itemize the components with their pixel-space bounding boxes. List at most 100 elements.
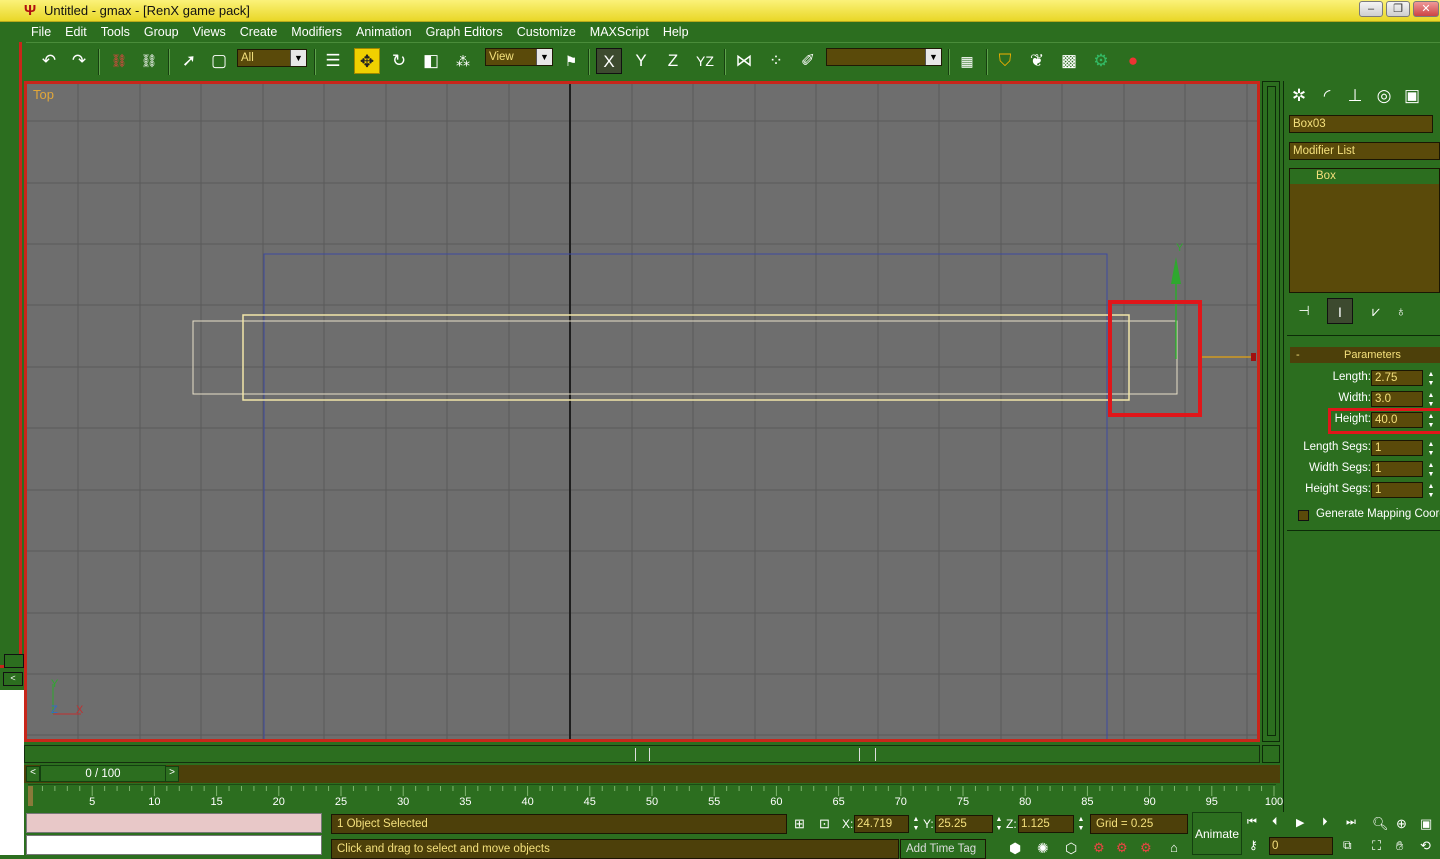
restrict-x-button[interactable]: X: [596, 48, 622, 74]
restrict-z-button[interactable]: Z: [660, 48, 686, 74]
key-mode-icon[interactable]: ⚷: [1249, 838, 1258, 852]
redo-icon[interactable]: ↷: [66, 48, 92, 74]
frame-ruler[interactable]: 5 10 15 20 25 30 35 40 45 50 55 60 65 70 75 80 85 90 95 100: [24, 784, 1283, 810]
goto-end-icon[interactable]: ⏭: [1346, 816, 1356, 829]
render-scene-icon[interactable]: ⚙: [1088, 48, 1114, 74]
menu-file[interactable]: File: [24, 25, 58, 39]
display-tab-icon[interactable]: ▣: [1399, 83, 1425, 109]
modify-tab-icon[interactable]: ◜: [1314, 83, 1340, 109]
track-view-icon[interactable]: ❦: [1024, 48, 1050, 74]
show-end-result-icon[interactable]: I: [1327, 298, 1353, 324]
selection-filter-dropdown[interactable]: All ▼: [237, 49, 307, 67]
width-segs-spinner-icon[interactable]: ▲ ▼: [1426, 461, 1436, 479]
y-spinner-icon[interactable]: ▲ ▼: [994, 815, 1004, 833]
generate-mapping-checkbox[interactable]: [1298, 510, 1309, 521]
menu-tools[interactable]: Tools: [94, 25, 137, 39]
make-unique-icon[interactable]: ⩗: [1363, 298, 1389, 324]
select-by-name-icon[interactable]: ☰: [320, 48, 346, 74]
create-tab-icon[interactable]: ✲: [1286, 83, 1312, 109]
select-object-icon[interactable]: ➚: [176, 48, 202, 74]
pin-stack-icon[interactable]: ⊣: [1291, 298, 1317, 324]
25d-snap-icon[interactable]: ⚙: [1140, 840, 1152, 856]
stack-item-box[interactable]: Box: [1290, 169, 1439, 184]
goto-start-icon[interactable]: ⏮: [1247, 816, 1257, 829]
absolute-mode-icon[interactable]: ⊡: [819, 816, 830, 832]
length-field[interactable]: 2.75: [1371, 370, 1423, 386]
motion-tab-icon[interactable]: ◎: [1371, 83, 1397, 109]
track-bar[interactable]: [24, 745, 1260, 763]
angle-snap-icon[interactable]: ✺: [1037, 840, 1049, 857]
menu-animation[interactable]: Animation: [349, 25, 419, 39]
y-coordinate-field[interactable]: 25.25: [935, 815, 993, 833]
viewport-label[interactable]: Top: [33, 87, 54, 102]
length-segs-field[interactable]: 1: [1371, 440, 1423, 456]
snap-toggle-icon[interactable]: ⬢: [1009, 840, 1021, 857]
spinner-snap-icon[interactable]: ⚙: [1093, 840, 1105, 856]
select-and-link-icon[interactable]: ⛓: [106, 48, 132, 74]
menu-create[interactable]: Create: [233, 25, 285, 39]
undo-icon[interactable]: ↶: [36, 48, 62, 74]
menu-maxscript[interactable]: MAXScript: [583, 25, 656, 39]
maxscript-input[interactable]: [26, 835, 322, 855]
parameters-rollout-header[interactable]: - Parameters: [1290, 347, 1440, 363]
restrict-yz-button[interactable]: YZ: [692, 48, 718, 74]
time-slider-prev-icon[interactable]: <: [26, 766, 40, 782]
rectangular-selection-icon[interactable]: ▢: [206, 48, 232, 74]
time-slider-next-icon[interactable]: >: [165, 766, 179, 782]
x-coordinate-field[interactable]: 24.719: [854, 815, 909, 833]
zoom-icon[interactable]: 🔍︎: [1372, 816, 1389, 832]
menu-views[interactable]: Views: [186, 25, 233, 39]
select-and-scale-icon[interactable]: ◧: [418, 48, 444, 74]
material-editor-icon[interactable]: ⛉: [992, 48, 1018, 74]
menu-help[interactable]: Help: [656, 25, 696, 39]
select-and-rotate-icon[interactable]: ↻: [386, 48, 412, 74]
arc-rotate-icon[interactable]: ⟲: [1420, 838, 1431, 854]
checker-map-icon[interactable]: ▩: [1056, 48, 1082, 74]
close-button[interactable]: ✕: [1413, 1, 1439, 17]
2d-snap-icon[interactable]: ⚙: [1116, 840, 1128, 856]
top-viewport[interactable]: Top Y Y Z X: [24, 81, 1260, 742]
length-spinner-icon[interactable]: ▲ ▼: [1426, 370, 1436, 388]
transform-center-icon[interactable]: ⚑: [558, 48, 584, 74]
length-segs-spinner-icon[interactable]: ▲ ▼: [1426, 440, 1436, 458]
modifier-list-dropdown[interactable]: Modifier List: [1289, 142, 1440, 160]
current-frame-field[interactable]: 0: [1269, 837, 1333, 855]
quick-render-icon[interactable]: ●: [1120, 48, 1146, 74]
restore-button[interactable]: ❐: [1386, 1, 1410, 17]
previous-frame-icon[interactable]: ⏴: [1272, 816, 1278, 829]
width-spinner-icon[interactable]: ▲ ▼: [1426, 391, 1436, 409]
add-time-tag-button[interactable]: Add Time Tag: [900, 839, 986, 859]
mirror-icon[interactable]: ⋈: [731, 48, 757, 74]
menu-graph-editors[interactable]: Graph Editors: [419, 25, 510, 39]
time-slider-track[interactable]: [24, 765, 1280, 783]
align-icon[interactable]: ✐: [795, 48, 821, 74]
menu-modifiers[interactable]: Modifiers: [284, 25, 349, 39]
unlink-selection-icon[interactable]: ⛓: [136, 48, 162, 74]
remove-modifier-icon[interactable]: ♁: [1388, 298, 1414, 324]
viewport-vertical-scroll[interactable]: [1262, 81, 1280, 742]
play-icon[interactable]: ▶: [1296, 816, 1304, 829]
fov-icon[interactable]: ⛶: [1372, 838, 1381, 854]
z-coordinate-field[interactable]: 1.125: [1018, 815, 1074, 833]
menu-edit[interactable]: Edit: [58, 25, 94, 39]
time-configuration-icon[interactable]: ⧉: [1343, 838, 1352, 853]
object-name-field[interactable]: Box03: [1289, 115, 1433, 133]
width-segs-field[interactable]: 1: [1371, 461, 1423, 477]
maxscript-listener-mini[interactable]: [26, 813, 322, 833]
array-icon[interactable]: ⁘: [763, 48, 789, 74]
hierarchy-tab-icon[interactable]: ⊥: [1342, 83, 1368, 109]
zoom-extents-icon[interactable]: ▣: [1420, 816, 1432, 832]
zoom-all-icon[interactable]: ⊕: [1396, 816, 1407, 832]
x-spinner-icon[interactable]: ▲ ▼: [911, 815, 921, 833]
3d-snap-icon[interactable]: ⌂: [1170, 840, 1178, 855]
pivot-center-icon[interactable]: ⁂: [450, 48, 476, 74]
width-field[interactable]: 3.0: [1371, 391, 1423, 407]
reference-coord-dropdown[interactable]: View ▼: [485, 48, 553, 66]
restrict-y-button[interactable]: Y: [628, 48, 654, 74]
lock-selection-icon[interactable]: ⊞: [794, 816, 805, 832]
height-spinner-icon[interactable]: ▲ ▼: [1426, 412, 1436, 430]
minimize-button[interactable]: –: [1359, 1, 1383, 17]
percent-snap-icon[interactable]: ⬡: [1065, 840, 1077, 857]
time-slider-thumb[interactable]: 0 / 100: [40, 765, 166, 782]
height-field[interactable]: 40.0: [1371, 412, 1423, 428]
